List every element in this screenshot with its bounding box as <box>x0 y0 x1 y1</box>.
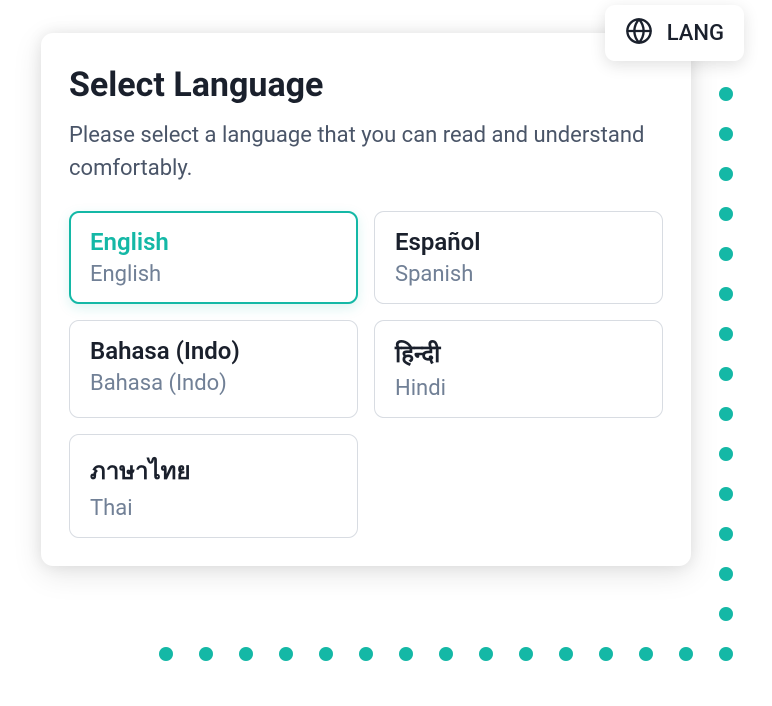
decorative-dot <box>719 367 733 381</box>
decorative-dot <box>279 647 293 661</box>
decorative-dot <box>159 647 173 661</box>
language-option-english[interactable]: English English <box>69 211 358 304</box>
language-option-hindi[interactable]: हिन्दी Hindi <box>374 320 663 418</box>
language-grid: English English Español Spanish Bahasa (… <box>69 211 663 538</box>
option-english-label: English <box>90 262 337 287</box>
decorative-dot <box>719 447 733 461</box>
decorative-dot <box>719 127 733 141</box>
card-subtitle: Please select a language that you can re… <box>69 119 663 185</box>
decorative-dot <box>679 647 693 661</box>
lang-badge[interactable]: LANG <box>605 5 744 61</box>
decorative-dot <box>639 647 653 661</box>
option-english-label: Bahasa (Indo) <box>90 371 337 396</box>
option-english-label: Hindi <box>395 376 642 401</box>
decorative-dot <box>719 647 733 661</box>
option-english-label: Spanish <box>395 262 642 287</box>
language-option-spanish[interactable]: Español Spanish <box>374 211 663 304</box>
lang-badge-label: LANG <box>667 21 724 46</box>
decorative-dot <box>719 247 733 261</box>
card-title: Select Language <box>69 65 663 105</box>
decorative-dot <box>439 647 453 661</box>
decorative-dot <box>719 567 733 581</box>
globe-icon <box>625 17 653 49</box>
decorative-dot <box>239 647 253 661</box>
decorative-dot <box>719 607 733 621</box>
language-option-bahasa[interactable]: Bahasa (Indo) Bahasa (Indo) <box>69 320 358 418</box>
option-native-label: Bahasa (Indo) <box>90 337 337 365</box>
decorative-dot <box>479 647 493 661</box>
decorative-dot <box>559 647 573 661</box>
decorative-dot <box>719 407 733 421</box>
decorative-dot <box>719 327 733 341</box>
decorative-dot <box>359 647 373 661</box>
decorative-dot <box>599 647 613 661</box>
decorative-dot <box>319 647 333 661</box>
language-card: Select Language Please select a language… <box>41 33 691 566</box>
decorative-dot <box>719 87 733 101</box>
decorative-dot <box>199 647 213 661</box>
decorative-dot <box>719 287 733 301</box>
decorative-dot <box>719 527 733 541</box>
option-native-label: ภาษาไทย <box>90 451 337 490</box>
option-english-label: Thai <box>90 496 337 521</box>
option-native-label: हिन्दी <box>395 337 642 370</box>
language-option-thai[interactable]: ภาษาไทย Thai <box>69 434 358 538</box>
decorative-dot <box>519 647 533 661</box>
decorative-dot <box>719 487 733 501</box>
option-native-label: Español <box>395 228 642 256</box>
decorative-dot <box>399 647 413 661</box>
decorative-dot <box>719 167 733 181</box>
decorative-dot <box>719 207 733 221</box>
option-native-label: English <box>90 228 337 256</box>
